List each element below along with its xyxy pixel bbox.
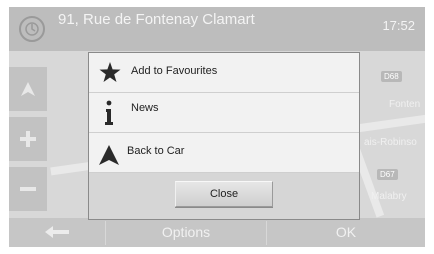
options-button[interactable]: Options	[106, 218, 266, 247]
menu-item-add-to-favourites[interactable]: Add to Favourites	[89, 53, 359, 93]
pan-up-button[interactable]	[9, 67, 47, 111]
back-arrow-icon	[45, 226, 69, 238]
plus-icon	[20, 131, 36, 147]
road-shield: D68	[381, 71, 402, 82]
car-arrow-icon	[99, 145, 119, 165]
up-arrow-icon	[21, 82, 35, 96]
navigation-screen: 91, Rue de Fontenay Clamart 17:52 D68 Fo…	[9, 7, 425, 247]
star-icon	[99, 62, 121, 82]
header-bar: 91, Rue de Fontenay Clamart 17:52	[9, 7, 425, 51]
road-shield: D67	[377, 169, 398, 180]
info-icon	[105, 100, 113, 125]
menu-item-label: Add to Favourites	[131, 65, 218, 77]
map-place-label: Malabry	[371, 191, 407, 202]
minus-icon	[20, 187, 36, 191]
ok-button[interactable]: OK	[267, 218, 425, 247]
menu-item-back-to-car[interactable]: Back to Car	[89, 133, 359, 173]
location-icon	[19, 16, 45, 42]
zoom-out-button[interactable]	[9, 167, 47, 211]
current-address: 91, Rue de Fontenay Clamart	[58, 11, 255, 28]
menu-panel: Add to Favourites News Back to Car	[89, 53, 359, 173]
close-button[interactable]: Close	[175, 181, 273, 207]
map-place-label: Fonten	[389, 99, 421, 110]
menu-item-label: Back to Car	[127, 145, 185, 157]
menu-item-news[interactable]: News	[89, 93, 359, 133]
bottom-bar: Options OK	[9, 218, 425, 247]
back-button[interactable]	[9, 218, 105, 247]
zoom-in-button[interactable]	[9, 117, 47, 161]
menu-item-label: News	[131, 102, 159, 114]
map-place-label: ais-Robinso	[364, 137, 417, 148]
options-dialog: Add to Favourites News Back to Car Close	[88, 52, 360, 220]
clock-time: 17:52	[382, 18, 415, 33]
